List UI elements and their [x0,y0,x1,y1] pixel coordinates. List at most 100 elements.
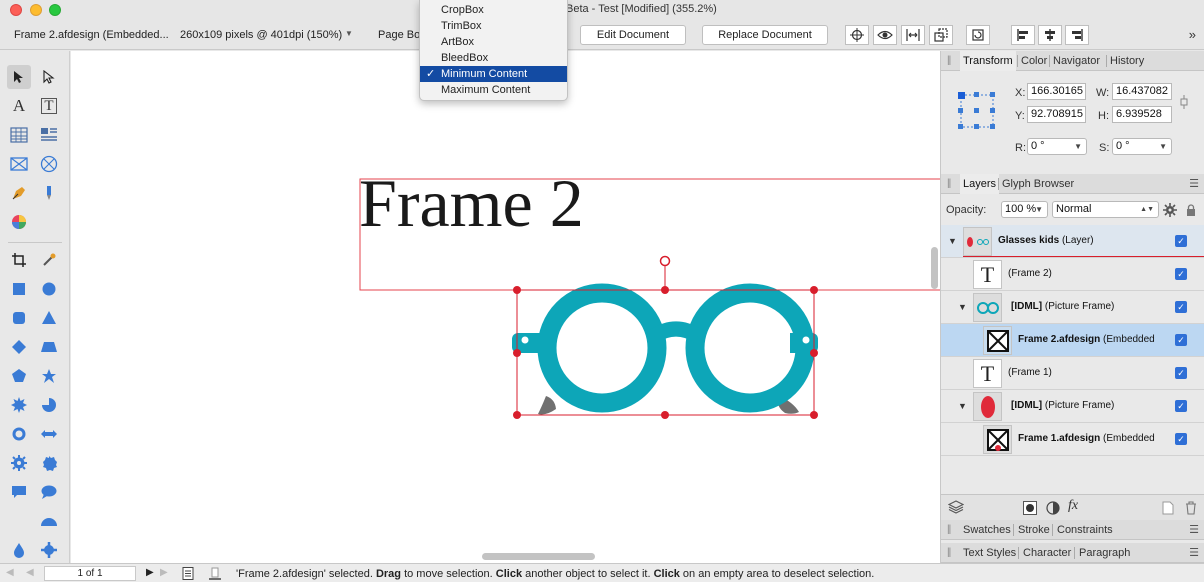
layer-row-frame-2-afdesign[interactable]: Frame 2.afdesign (Embedded ✓ [941,324,1204,357]
page-indicator[interactable]: 1 of 1 [44,566,136,581]
place-image-tool-icon[interactable] [37,248,61,272]
frame-text-tool-icon[interactable]: T [37,94,61,118]
rounded-rectangle-tool-icon[interactable] [7,306,31,330]
polygon-tool-icon[interactable] [7,364,31,388]
donut-tool-icon[interactable] [7,422,31,446]
tab-stroke[interactable]: Stroke [1015,520,1053,540]
pie-tool-icon[interactable] [37,393,61,417]
disclosure-triangle-icon[interactable]: ▼ [958,401,967,411]
first-page-icon[interactable]: ◀ [6,567,14,578]
frame-stack-icon[interactable] [929,25,953,45]
height-field[interactable]: 6.939528 [1112,106,1172,123]
panel-menu-icon[interactable]: ☰ [1189,523,1199,536]
last-page-icon[interactable]: ▶ [160,567,168,578]
move-tool-icon[interactable] [7,65,31,89]
overflow-chevron-icon[interactable]: » [1189,27,1196,42]
eye-icon[interactable] [873,25,897,45]
table-tool-icon[interactable] [7,123,31,147]
tab-navigator[interactable]: Navigator [1050,51,1103,71]
x-position-field[interactable]: 166.30165 [1027,83,1086,100]
close-window-button[interactable] [10,4,22,16]
gear-shape-tool-icon[interactable] [37,538,61,562]
crop-tool-icon[interactable] [7,248,31,272]
picture-frame-rect-icon[interactable] [7,152,31,176]
vertical-scrollbar[interactable] [931,247,938,289]
layer-stack-icon[interactable] [948,500,964,514]
rotate-frame-icon[interactable] [966,25,990,45]
menu-item-trimbox[interactable]: TrimBox [420,18,567,34]
anchor-point-selector-icon[interactable] [957,91,997,131]
double-arrow-tool-icon[interactable] [37,422,61,446]
next-page-icon[interactable]: ▶ [146,567,154,578]
visibility-checkbox[interactable]: ✓ [1175,367,1187,379]
panel-grip-icon[interactable]: || [947,547,951,558]
trash-icon[interactable] [1185,501,1197,515]
panel-grip-icon[interactable]: || [947,178,951,189]
pages-panel-icon[interactable] [182,567,194,580]
tab-glyph-browser[interactable]: Glyph Browser [999,174,1077,194]
visibility-checkbox[interactable]: ✓ [1175,268,1187,280]
master-page-icon[interactable] [208,567,222,580]
tab-swatches[interactable]: Swatches [960,520,1014,540]
picture-frame-ellipse-icon[interactable] [37,152,61,176]
fit-frame-icon[interactable] [901,25,925,45]
diamond-tool-icon[interactable] [7,335,31,359]
text-frame-columns-icon[interactable] [37,123,61,147]
shear-field[interactable]: 0 ° ▼ [1112,138,1172,155]
disclosure-triangle-icon[interactable]: ▼ [958,302,967,312]
tab-layers[interactable]: Layers [960,174,1000,194]
gear-icon[interactable] [1163,203,1177,217]
y-position-field[interactable]: 92.708915 [1027,106,1086,123]
menu-item-artbox[interactable]: ArtBox [420,34,567,50]
triangle-tool-icon[interactable] [37,306,61,330]
pencil-tool-icon[interactable] [37,181,61,205]
lock-icon[interactable] [1186,204,1196,216]
callout-ellipse-tool-icon[interactable] [37,480,61,504]
minimize-window-button[interactable] [30,4,42,16]
zoom-window-button[interactable] [49,4,61,16]
menu-item-minimum-content[interactable]: ✓ Minimum Content [420,66,567,82]
align-center-icon[interactable] [1038,25,1062,45]
adjustment-icon[interactable] [1046,501,1060,515]
align-right-icon[interactable] [1065,25,1089,45]
effects-icon[interactable]: fx [1068,498,1078,514]
replace-document-button[interactable]: Replace Document [702,25,828,45]
tab-paragraph[interactable]: Paragraph [1076,543,1133,563]
visibility-checkbox[interactable]: ✓ [1175,433,1187,445]
segment-tool-icon[interactable] [37,509,61,533]
menu-item-bleedbox[interactable]: BleedBox [420,50,567,66]
link-ratio-icon[interactable] [1180,95,1188,109]
tab-color[interactable]: Color [1018,51,1050,71]
align-left-icon[interactable] [1011,25,1035,45]
rotation-field[interactable]: 0 ° ▼ [1027,138,1087,155]
width-field[interactable]: 16.437082 [1112,83,1172,100]
menu-item-maximum-content[interactable]: Maximum Content [420,82,567,98]
visibility-checkbox[interactable]: ✓ [1175,301,1187,313]
pen-tool-icon[interactable] [7,181,31,205]
edit-document-button[interactable]: Edit Document [580,25,686,45]
tear-tool-icon[interactable] [7,538,31,562]
opacity-field[interactable]: 100 % ▼ [1001,201,1048,218]
layer-row-frame-1-afdesign[interactable]: Frame 1.afdesign (Embedded ✓ [941,423,1204,456]
layer-row-idml-picture-frame-1[interactable]: ▼ [IDML] (Picture Frame) ✓ [941,291,1204,324]
layer-row-frame-2[interactable]: T (Frame 2) ✓ [941,258,1204,291]
visibility-checkbox[interactable]: ✓ [1175,334,1187,346]
cloud-tool-icon[interactable] [37,451,61,475]
trapezoid-tool-icon[interactable] [37,335,61,359]
horizontal-scrollbar[interactable] [482,553,595,560]
layer-row-idml-picture-frame-2[interactable]: ▼ [IDML] (Picture Frame) ✓ [941,390,1204,423]
blend-mode-select[interactable]: Normal ▲▼ [1052,201,1159,218]
layer-row-glasses-kids[interactable]: ▼ Glasses kids (Layer) ✓ [941,225,1204,258]
fill-tool-icon[interactable] [7,210,31,234]
panel-grip-icon[interactable]: || [947,524,951,535]
panel-menu-icon[interactable]: ☰ [1189,546,1199,559]
visibility-checkbox[interactable]: ✓ [1175,235,1187,247]
disclosure-triangle-icon[interactable]: ▼ [948,236,957,246]
crosshair-icon[interactable] [845,25,869,45]
tab-character[interactable]: Character [1020,543,1074,563]
tab-transform[interactable]: Transform [960,51,1016,71]
artistic-text-tool-icon[interactable]: A [7,94,31,118]
layer-row-frame-1[interactable]: T (Frame 1) ✓ [941,357,1204,390]
previous-page-icon[interactable]: ◀ [26,567,34,578]
document-canvas[interactable]: Frame 2 [71,51,940,563]
